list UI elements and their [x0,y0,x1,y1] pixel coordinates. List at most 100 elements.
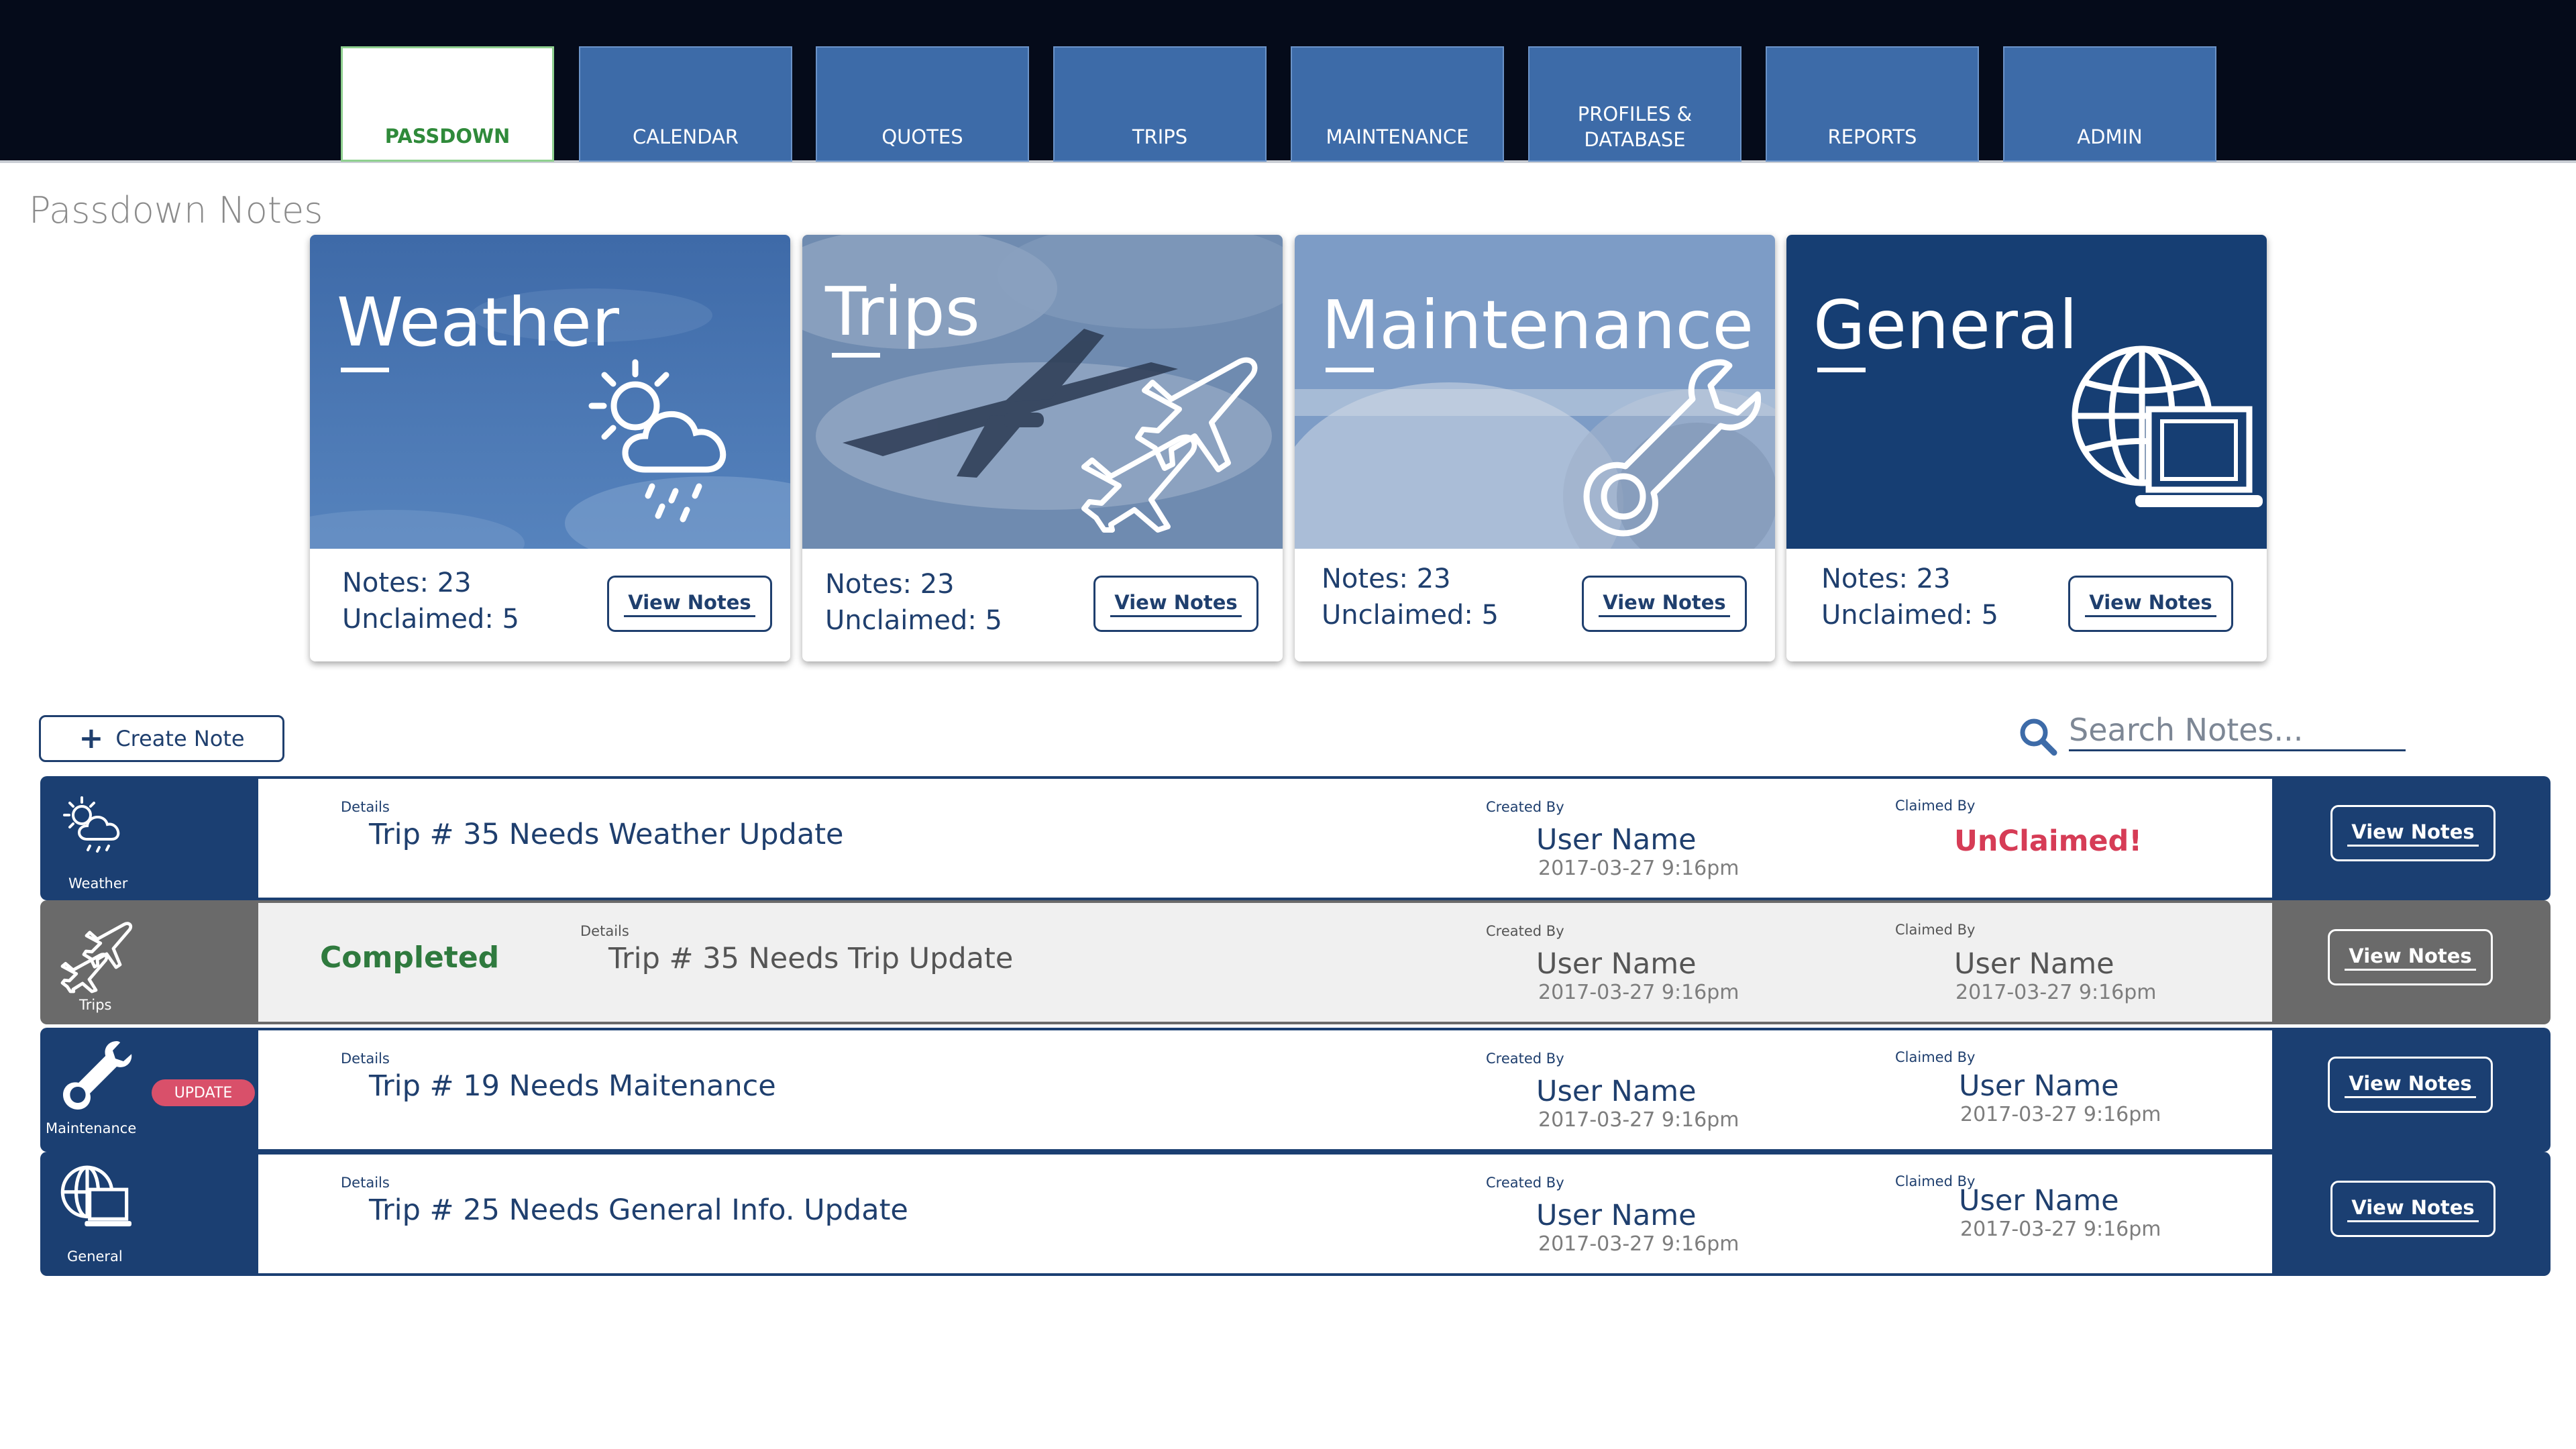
claimed-by-name: User Name [1959,1184,2119,1218]
search-icon[interactable] [2018,716,2058,757]
view-notes-button[interactable]: View Notes [2328,929,2493,985]
details-text: Trip # 35 Needs Trip Update [608,942,1014,975]
created-at: 2017-03-27 9:16pm [1538,857,1739,880]
category-card-general: General Notes: 23 Unclaimed: 5 View Note… [1786,235,2267,661]
tab-label: CALENDAR [632,125,739,148]
search-input[interactable] [2069,710,2406,751]
created-by-name: User Name [1536,947,1697,981]
view-notes-button[interactable]: View Notes [1582,576,1747,632]
note-row-trips: Trips Completed Details Trip # 35 Needs … [40,900,2551,1024]
row-body[interactable]: Details Trip # 35 Needs Weather Update C… [258,779,2272,898]
tab-label: REPORTS [1827,125,1917,148]
globe-laptop-icon [2072,345,2263,507]
airplanes-icon [60,922,133,994]
wrench-icon [63,1041,132,1110]
tab-profiles-database[interactable]: PROFILES & DATABASE [1528,46,1741,162]
update-badge: UPDATE [152,1079,255,1106]
note-row-weather: Weather Details Trip # 35 Needs Weather … [40,776,2551,900]
row-category: Weather [40,776,258,900]
search-bar [2011,707,2408,756]
title-underline [341,368,389,372]
claimed-by-name: User Name [1959,1069,2119,1103]
tab-calendar[interactable]: CALENDAR [579,46,792,162]
details-text: Trip # 35 Needs Weather Update [369,818,844,851]
category-label: Trips [79,997,112,1013]
tab-label: QUOTES [881,125,963,148]
button-label: View Notes [2347,1196,2479,1222]
view-notes-button[interactable]: View Notes [2330,1181,2496,1237]
tab-admin[interactable]: ADMIN [2003,46,2216,162]
created-at: 2017-03-27 9:16pm [1538,981,1739,1004]
unclaimed-count: Unclaimed: 5 [342,604,519,635]
row-body[interactable]: Completed Details Trip # 35 Needs Trip U… [258,903,2272,1022]
tab-maintenance[interactable]: MAINTENANCE [1291,46,1504,162]
unclaimed-count: Unclaimed: 5 [1322,600,1499,631]
title-underline [1326,368,1374,372]
wrench-icon [1583,359,1762,537]
created-at: 2017-03-27 9:16pm [1538,1108,1739,1132]
title-underline [1817,368,1866,372]
button-label: View Notes [2085,591,2216,617]
create-note-button[interactable]: + Create Note [39,715,284,762]
created-by-label: Created By [1486,1051,1564,1067]
button-label: View Notes [1599,591,1730,617]
tab-label: MAINTENANCE [1326,125,1469,148]
notes-count: Notes: 23 [1821,564,1951,594]
row-body[interactable]: Details Trip # 19 Needs Maitenance Creat… [258,1030,2272,1149]
view-notes-button[interactable]: View Notes [2330,805,2496,861]
created-by-name: User Name [1536,1199,1697,1232]
row-category: Trips [40,900,258,1024]
created-by-label: Created By [1486,799,1564,815]
created-by-name: User Name [1536,823,1697,857]
claimed-by-label: Claimed By [1895,922,1976,938]
button-label: View Notes [2345,945,2476,971]
view-notes-button[interactable]: View Notes [2328,1057,2493,1113]
unclaimed-status: UnClaimed! [1954,824,2142,858]
unclaimed-count: Unclaimed: 5 [1821,600,1998,631]
claimed-by-name: User Name [1954,947,2114,981]
details-label: Details [341,799,390,815]
created-at: 2017-03-27 9:16pm [1538,1232,1739,1256]
claimed-at: 2017-03-27 9:16pm [1960,1103,2161,1126]
notes-count: Notes: 23 [342,568,472,598]
claimed-at: 2017-03-27 9:16pm [1955,981,2157,1004]
plus-icon: + [78,721,104,755]
weather-icon [588,359,727,523]
card-hero-image: General [1786,235,2267,549]
card-stats: Notes: 23 Unclaimed: 5 [1821,561,1998,633]
notes-count: Notes: 23 [825,569,955,600]
details-label: Details [341,1051,390,1067]
category-card-maintenance: Maintenance Notes: 23 Unclaimed: 5 View … [1295,235,1775,661]
category-label: Weather [68,875,128,892]
card-stats: Notes: 23 Unclaimed: 5 [342,565,519,637]
tab-passdown[interactable]: PASSDOWN [341,46,554,162]
view-notes-button[interactable]: View Notes [1093,576,1258,632]
details-label: Details [341,1175,390,1191]
details-label: Details [580,923,629,939]
completed-status: Completed [320,941,500,975]
details-text: Trip # 25 Needs General Info. Update [369,1193,908,1227]
claimed-by-label: Claimed By [1895,798,1976,814]
button-label: View Notes [624,591,755,617]
tab-label: PASSDOWN [384,125,511,148]
created-by-label: Created By [1486,1175,1564,1191]
tab-trips[interactable]: TRIPS [1053,46,1267,162]
card-hero-image: Trips [802,235,1283,549]
page-title: Passdown Notes [29,189,323,231]
view-notes-button[interactable]: View Notes [607,576,772,632]
row-category: UPDATE Maintenance [40,1028,258,1152]
view-notes-button[interactable]: View Notes [2068,576,2233,632]
tab-reports[interactable]: REPORTS [1766,46,1979,162]
note-row-maintenance: UPDATE Maintenance Details Trip # 19 Nee… [40,1028,2551,1152]
button-label: View Notes [2347,820,2479,847]
airplanes-icon [1081,357,1258,533]
row-body[interactable]: Details Trip # 25 Needs General Info. Up… [258,1155,2272,1273]
notes-count: Notes: 23 [1322,564,1451,594]
tab-quotes[interactable]: QUOTES [816,46,1029,162]
title-underline [832,353,880,358]
tab-label: ADMIN [2077,125,2143,148]
card-title: General [1813,286,2078,364]
card-stats: Notes: 23 Unclaimed: 5 [825,566,1002,639]
claimed-by-label: Claimed By [1895,1049,1976,1065]
button-label: View Notes [2345,1072,2476,1098]
